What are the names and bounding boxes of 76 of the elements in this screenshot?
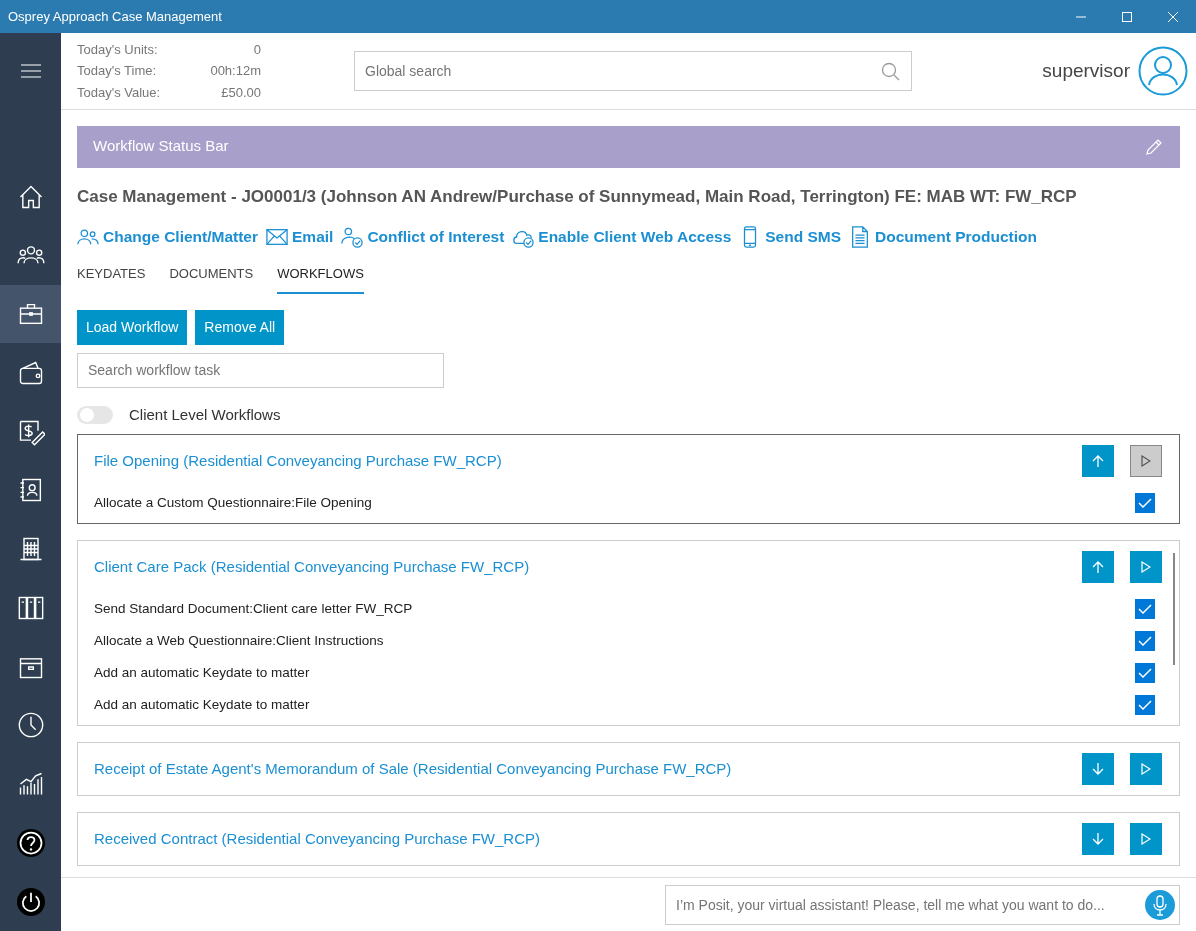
workflow-title[interactable]: Client Care Pack (Residential Conveyancing Purchase FW_RCP) bbox=[94, 556, 1082, 579]
case-title: Case Management - JO0001/3 (Johnson AN Andrew/Purchase of Sunnymead, Main Road, Terrington) FE: MAB WT: FW_RCP bbox=[77, 185, 1078, 208]
scroll-thumb[interactable] bbox=[1173, 553, 1175, 666]
check-icon bbox=[1138, 668, 1152, 679]
check-icon bbox=[1138, 636, 1152, 647]
play-icon bbox=[1141, 833, 1151, 846]
search-icon bbox=[880, 60, 900, 81]
down-arrow-icon bbox=[1091, 832, 1105, 847]
workflow-title[interactable]: Receipt of Estate Agent's Memorandum of Sale (Residential Conveyancing Purchase FW_RCP) bbox=[94, 758, 1082, 781]
stat-value: 0 bbox=[252, 40, 261, 59]
play-icon bbox=[1141, 763, 1151, 776]
avatar-button[interactable] bbox=[1138, 45, 1188, 96]
window-title: Osprey Approach Case Management bbox=[7, 7, 223, 26]
microphone-icon bbox=[1145, 889, 1175, 920]
search-field[interactable]: Search workflow task bbox=[77, 352, 444, 388]
task-label: Add an automatic Keydate to matter bbox=[94, 696, 311, 715]
user-name: supervisor bbox=[1042, 58, 1130, 83]
close-icon bbox=[1168, 11, 1178, 22]
stat-label: Today's Units: bbox=[77, 40, 159, 59]
sidebar-item[interactable] bbox=[0, 284, 61, 344]
checkbox[interactable] bbox=[1135, 695, 1155, 716]
user-icon bbox=[1138, 45, 1188, 96]
workflow-title[interactable]: Received Contract (Residential Conveyancing Purchase FW_RCP) bbox=[94, 828, 1082, 851]
stat-label: Today's Time: bbox=[77, 62, 158, 80]
toggle-label: Client Level Workflows bbox=[129, 404, 281, 425]
move-button[interactable] bbox=[1082, 551, 1114, 584]
action-link[interactable]: Document Production bbox=[849, 225, 1037, 249]
move-button[interactable] bbox=[1082, 445, 1114, 478]
run-button[interactable] bbox=[1130, 753, 1162, 786]
down-arrow-icon bbox=[1091, 762, 1105, 777]
play-icon bbox=[1141, 561, 1151, 574]
tab[interactable]: WORKFLOWS bbox=[277, 264, 364, 294]
help-icon bbox=[16, 828, 45, 857]
action-button[interactable]: Load Workflow bbox=[77, 309, 188, 345]
check-icon bbox=[1138, 498, 1152, 509]
search-field[interactable]: Global search bbox=[354, 50, 912, 91]
tab[interactable]: KEYDATES bbox=[77, 264, 146, 294]
action-button[interactable]: Remove All bbox=[195, 309, 285, 345]
move-button[interactable] bbox=[1082, 823, 1114, 856]
stat-value: 00h:12m bbox=[209, 62, 261, 80]
task-label: Allocate a Custom Questionnaire:File Opening bbox=[94, 494, 373, 513]
toggle-switch[interactable] bbox=[77, 406, 113, 424]
power-icon bbox=[16, 887, 45, 916]
action-link[interactable]: Send SMS bbox=[739, 225, 842, 249]
action-link[interactable]: Enable Client Web Access bbox=[512, 225, 732, 249]
run-button[interactable] bbox=[1130, 551, 1162, 584]
play-icon bbox=[1141, 455, 1151, 468]
action-link[interactable]: Change Client/Matter bbox=[77, 225, 258, 249]
action-link[interactable]: Email bbox=[266, 225, 334, 249]
run-button[interactable] bbox=[1130, 823, 1162, 856]
run-button[interactable] bbox=[1130, 445, 1162, 478]
checkbox[interactable] bbox=[1135, 599, 1155, 620]
person-check-icon bbox=[341, 225, 364, 248]
task-label: Allocate a Web Questionnaire:Client Instructions bbox=[94, 632, 385, 651]
stat-value: £50.00 bbox=[220, 83, 261, 102]
stat-label: Today's Value: bbox=[77, 83, 162, 102]
task-label: Send Standard Document:Client care letter FW_RCP bbox=[94, 600, 414, 619]
move-button[interactable] bbox=[1082, 753, 1114, 786]
check-icon bbox=[1138, 700, 1152, 711]
check-icon bbox=[1138, 604, 1152, 615]
microphone-button[interactable] bbox=[1145, 889, 1175, 920]
tab[interactable]: DOCUMENTS bbox=[169, 264, 254, 294]
action-link[interactable]: Conflict of Interest bbox=[341, 225, 505, 249]
up-arrow-icon bbox=[1091, 454, 1105, 469]
task-label: Add an automatic Keydate to matter bbox=[94, 664, 311, 683]
checkbox[interactable] bbox=[1135, 493, 1155, 514]
assistant-field[interactable]: I’m Posit, your virtual assistant! Please, tell me what you want to do... bbox=[665, 884, 1180, 925]
workflow-title[interactable]: File Opening (Residential Conveyancing Purchase FW_RCP) bbox=[94, 450, 1082, 473]
checkbox[interactable] bbox=[1135, 663, 1155, 684]
up-arrow-icon bbox=[1091, 560, 1105, 575]
pencil-icon bbox=[1144, 137, 1164, 158]
checkbox[interactable] bbox=[1135, 631, 1155, 652]
clock-icon bbox=[16, 711, 45, 740]
menu-icon bbox=[20, 64, 41, 79]
status-bar-title: Workflow Status Bar bbox=[93, 136, 230, 157]
maximize-icon bbox=[1122, 11, 1132, 22]
